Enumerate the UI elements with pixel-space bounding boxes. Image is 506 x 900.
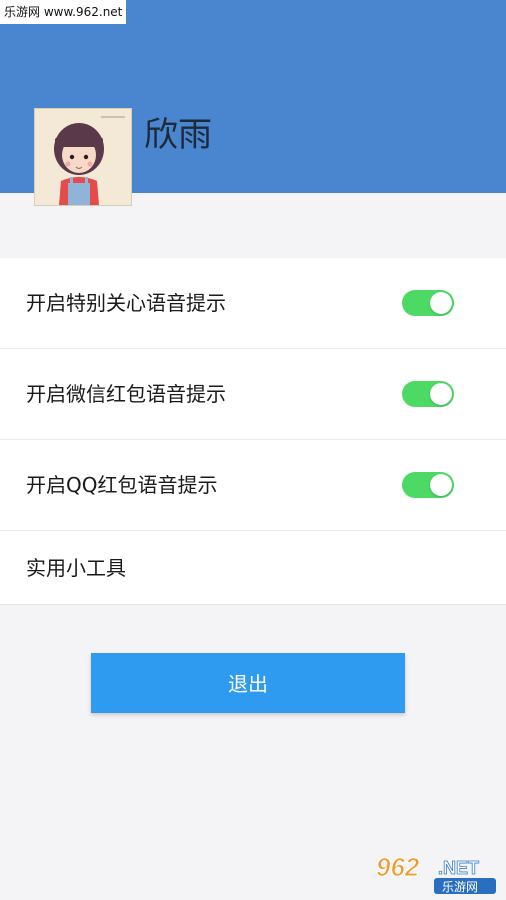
- setting-label: 开启特别关心语音提示: [26, 291, 226, 315]
- setting-label: 开启QQ红包语音提示: [26, 473, 218, 497]
- setting-special-care-voice: 开启特别关心语音提示: [0, 258, 506, 349]
- qq-redpacket-voice-toggle[interactable]: [402, 472, 454, 498]
- cartoon-girl-avatar-icon: [35, 109, 131, 205]
- toggle-knob: [430, 292, 452, 314]
- watermark-top: 乐游网 www.962.net: [0, 0, 127, 24]
- watermark-logo: 962 .NET 乐游网: [376, 852, 496, 894]
- watermark-logo-sub: 乐游网: [442, 880, 478, 894]
- watermark-logo-number: 962: [376, 852, 420, 882]
- special-care-voice-toggle[interactable]: [402, 290, 454, 316]
- setting-wechat-redpacket-voice: 开启微信红包语音提示: [0, 349, 506, 440]
- screen: 乐游网 www.962.net 欣雨 开启特别关心语音提示 开启微信红包语音提示…: [0, 0, 506, 900]
- logout-button[interactable]: 退出: [91, 653, 405, 713]
- username: 欣雨: [144, 115, 212, 155]
- toggle-knob: [430, 474, 452, 496]
- watermark-logo-suffix: .NET: [438, 858, 479, 878]
- wechat-redpacket-voice-toggle[interactable]: [402, 381, 454, 407]
- avatar[interactable]: [34, 108, 132, 206]
- setting-label: 实用小工具: [26, 556, 126, 580]
- toggle-knob: [430, 383, 452, 405]
- setting-label: 开启微信红包语音提示: [26, 382, 226, 406]
- setting-utility-tools[interactable]: 实用小工具: [0, 531, 506, 605]
- setting-qq-redpacket-voice: 开启QQ红包语音提示: [0, 440, 506, 531]
- settings-list: 开启特别关心语音提示 开启微信红包语音提示 开启QQ红包语音提示 实用小工具: [0, 258, 506, 605]
